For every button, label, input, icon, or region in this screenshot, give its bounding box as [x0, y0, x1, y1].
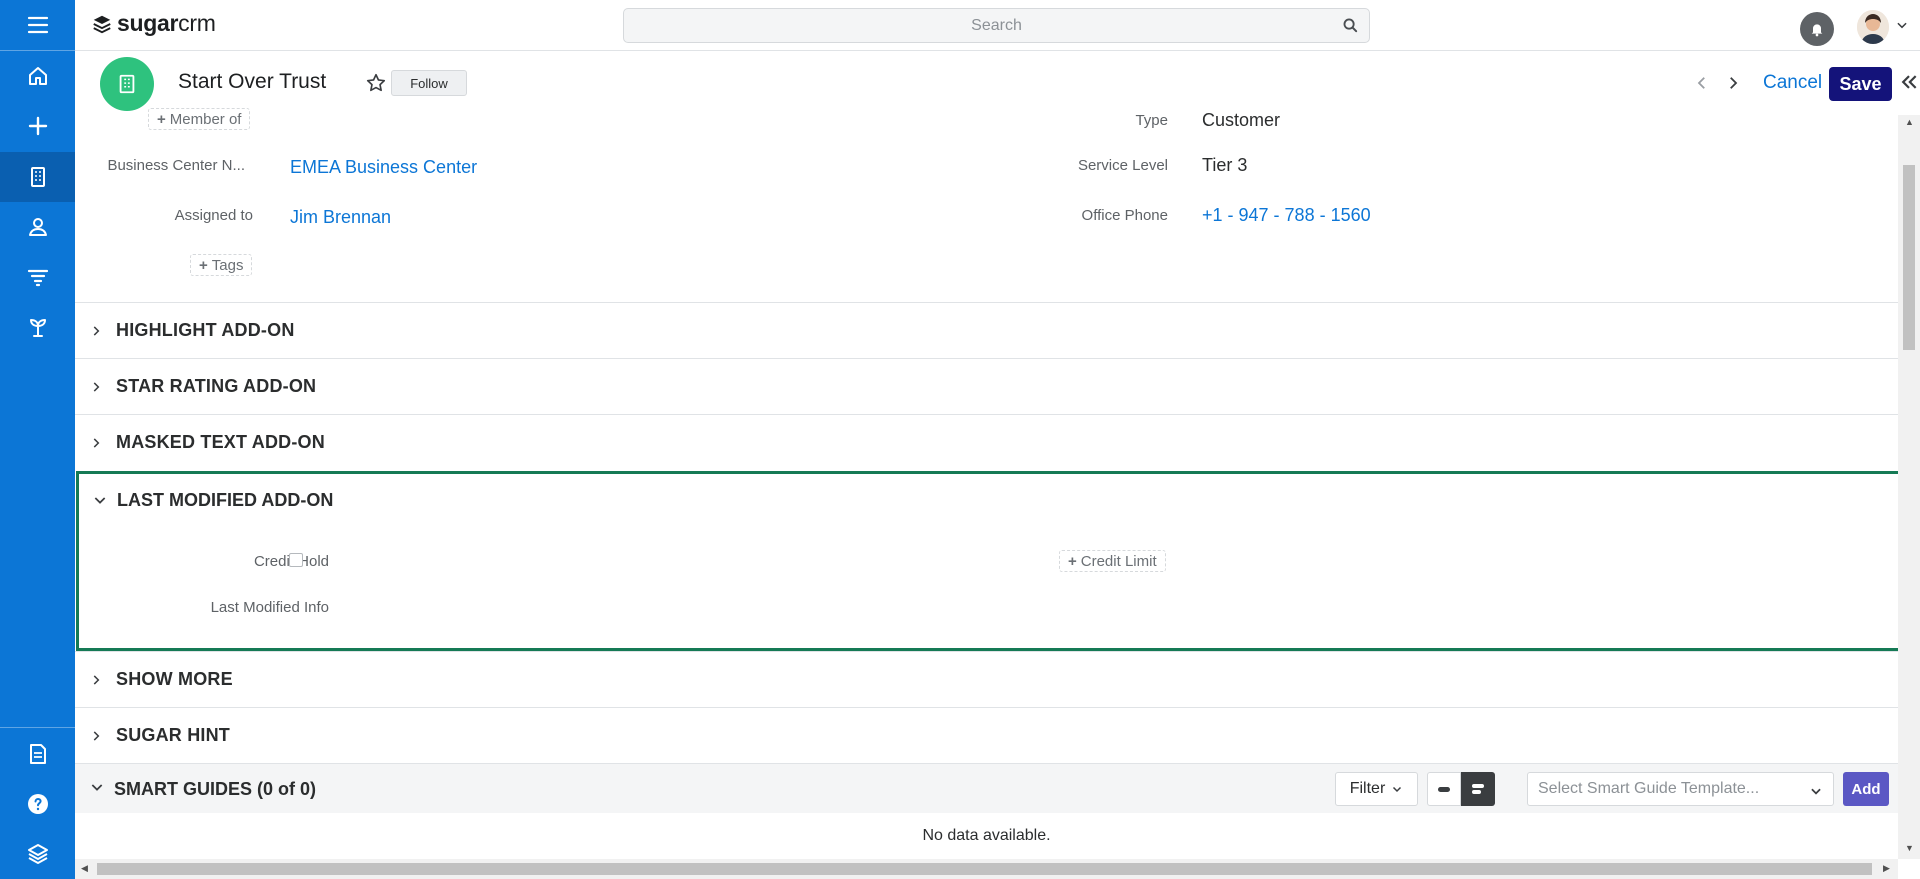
vertical-scrollbar[interactable]: ▲ ▼: [1898, 115, 1920, 859]
plus-icon: +: [157, 110, 166, 128]
chevron-down-icon: [1811, 788, 1821, 795]
chevron-right-icon: [89, 729, 109, 743]
credit-limit-label: Credit Limit: [1080, 552, 1157, 570]
chevron-right-icon: [89, 324, 109, 338]
help-icon[interactable]: [0, 779, 75, 829]
account-module-icon: [100, 57, 154, 111]
panel-title: MASKED TEXT ADD-ON: [116, 432, 325, 452]
scroll-up-arrow-icon[interactable]: ▲: [1905, 117, 1914, 127]
panel-title: HIGHLIGHT ADD-ON: [116, 320, 295, 340]
scroll-left-arrow-icon[interactable]: ◀: [81, 863, 88, 874]
notifications-bell-icon[interactable]: [1800, 12, 1834, 46]
panel-last-modified-addon: LAST MODIFIED ADD-ON Credit Hold + Credit…: [76, 471, 1906, 651]
vertical-scroll-thumb[interactable]: [1903, 165, 1915, 350]
type-label: Type: [1135, 112, 1168, 129]
panel-sugar-hint[interactable]: SUGAR HINT: [75, 707, 1898, 763]
chevron-left-icon[interactable]: [1693, 74, 1711, 92]
panel-header[interactable]: LAST MODIFIED ADD-ON: [79, 474, 333, 526]
filter-label: Filter: [1349, 780, 1386, 797]
document-icon[interactable]: [0, 729, 75, 779]
sidebar-divider: [0, 727, 75, 728]
cancel-button[interactable]: Cancel: [1763, 72, 1822, 94]
filter-dropdown-button[interactable]: Filter: [1335, 772, 1418, 806]
plus-icon: +: [199, 256, 208, 274]
pill-view-icon: [1438, 787, 1450, 792]
chevron-right-icon: [89, 380, 109, 394]
chevron-down-icon: [1393, 786, 1402, 793]
follow-button[interactable]: Follow: [391, 70, 467, 96]
plant-icon[interactable]: [0, 302, 75, 352]
sugarcrm-logo[interactable]: sugarcrm: [91, 10, 216, 37]
panel-title: STAR RATING ADD-ON: [116, 376, 317, 396]
service-level-value: Tier 3: [1202, 155, 1248, 175]
smart-guide-template-select[interactable]: Select Smart Guide Template...: [1527, 772, 1834, 806]
smart-guides-title: SMART GUIDES (0 of 0): [114, 779, 317, 799]
chevron-down-icon: [92, 492, 108, 508]
smart-guides-header[interactable]: SMART GUIDES (0 of 0): [89, 779, 316, 800]
panel-title: SHOW MORE: [116, 669, 233, 689]
chevron-down-icon: [89, 779, 105, 800]
record-header: Start Over Trust Follow Cancel Save: [75, 51, 1920, 115]
scroll-down-arrow-icon[interactable]: ▼: [1905, 843, 1914, 853]
logo-text: sugarcrm: [117, 10, 216, 36]
pill-view-toggle[interactable]: [1427, 772, 1461, 806]
credit-hold-checkbox[interactable]: [289, 553, 303, 567]
person-icon[interactable]: [0, 202, 75, 252]
member-of-add-field[interactable]: + Member of: [148, 108, 251, 130]
save-button[interactable]: Save: [1829, 67, 1892, 101]
global-search: [623, 8, 1370, 43]
smart-guides-dashlet: SMART GUIDES (0 of 0) Filter Select Smar…: [75, 763, 1898, 813]
last-modified-info-label: Last Modified Info: [210, 599, 329, 616]
panel-masked-text-addon[interactable]: MASKED TEXT ADD-ON: [75, 414, 1898, 470]
list-view-toggle[interactable]: [1461, 772, 1495, 806]
assigned-to-link[interactable]: Jim Brennan: [290, 207, 391, 228]
credit-limit-add-field[interactable]: + Credit Limit: [1059, 550, 1166, 572]
chevron-down-icon[interactable]: [1895, 18, 1909, 32]
hamburger-menu-icon[interactable]: [0, 0, 75, 50]
business-center-label: Business Center N...: [107, 157, 245, 174]
panel-highlight-addon[interactable]: HIGHLIGHT ADD-ON: [75, 302, 1898, 358]
user-avatar[interactable]: [1857, 10, 1889, 44]
member-of-label: Member of: [169, 110, 242, 128]
list-view-icon: [1472, 784, 1484, 794]
record-title: Start Over Trust: [178, 70, 327, 93]
home-icon[interactable]: [0, 51, 75, 101]
tags-label: Tags: [211, 256, 244, 274]
template-placeholder: Select Smart Guide Template...: [1538, 780, 1760, 797]
layers-icon[interactable]: [0, 829, 75, 879]
panel-star-rating-addon[interactable]: STAR RATING ADD-ON: [75, 358, 1898, 414]
chevron-right-icon: [89, 436, 109, 450]
panel-title: LAST MODIFIED ADD-ON: [117, 489, 334, 510]
no-data-message: No data available.: [922, 827, 1051, 844]
office-phone-label: Office Phone: [1081, 207, 1168, 224]
building-icon[interactable]: [0, 152, 75, 202]
top-header: sugarcrm: [75, 0, 1920, 51]
panel-show-more[interactable]: SHOW MORE: [75, 651, 1898, 707]
chevron-right-icon[interactable]: [1724, 74, 1742, 92]
double-chevron-left-icon[interactable]: [1899, 72, 1919, 92]
plus-icon: +: [1068, 552, 1077, 570]
service-level-label: Service Level: [1077, 157, 1168, 174]
add-smart-guide-button[interactable]: Add: [1843, 772, 1889, 806]
tags-add-field[interactable]: + Tags: [190, 254, 253, 276]
assigned-to-label: Assigned to: [174, 207, 253, 224]
type-value: Customer: [1202, 110, 1281, 130]
sugarcrm-logo-icon: [93, 15, 111, 33]
left-sidebar: [0, 0, 75, 879]
favorite-star-icon[interactable]: [365, 72, 387, 94]
plus-icon[interactable]: [0, 101, 75, 151]
horizontal-scroll-thumb[interactable]: [97, 863, 1872, 875]
chevron-right-icon: [89, 673, 109, 687]
filter-funnel-icon[interactable]: [0, 252, 75, 302]
office-phone-link[interactable]: +1 - 947 - 788 - 1560: [1202, 205, 1371, 226]
horizontal-scrollbar[interactable]: ◀ ▶: [75, 859, 1898, 879]
search-icon[interactable]: [1342, 17, 1359, 34]
scroll-right-arrow-icon[interactable]: ▶: [1883, 863, 1890, 874]
search-input[interactable]: [624, 9, 1369, 42]
business-center-link[interactable]: EMEA Business Center: [290, 157, 477, 178]
panel-title: SUGAR HINT: [116, 725, 230, 745]
